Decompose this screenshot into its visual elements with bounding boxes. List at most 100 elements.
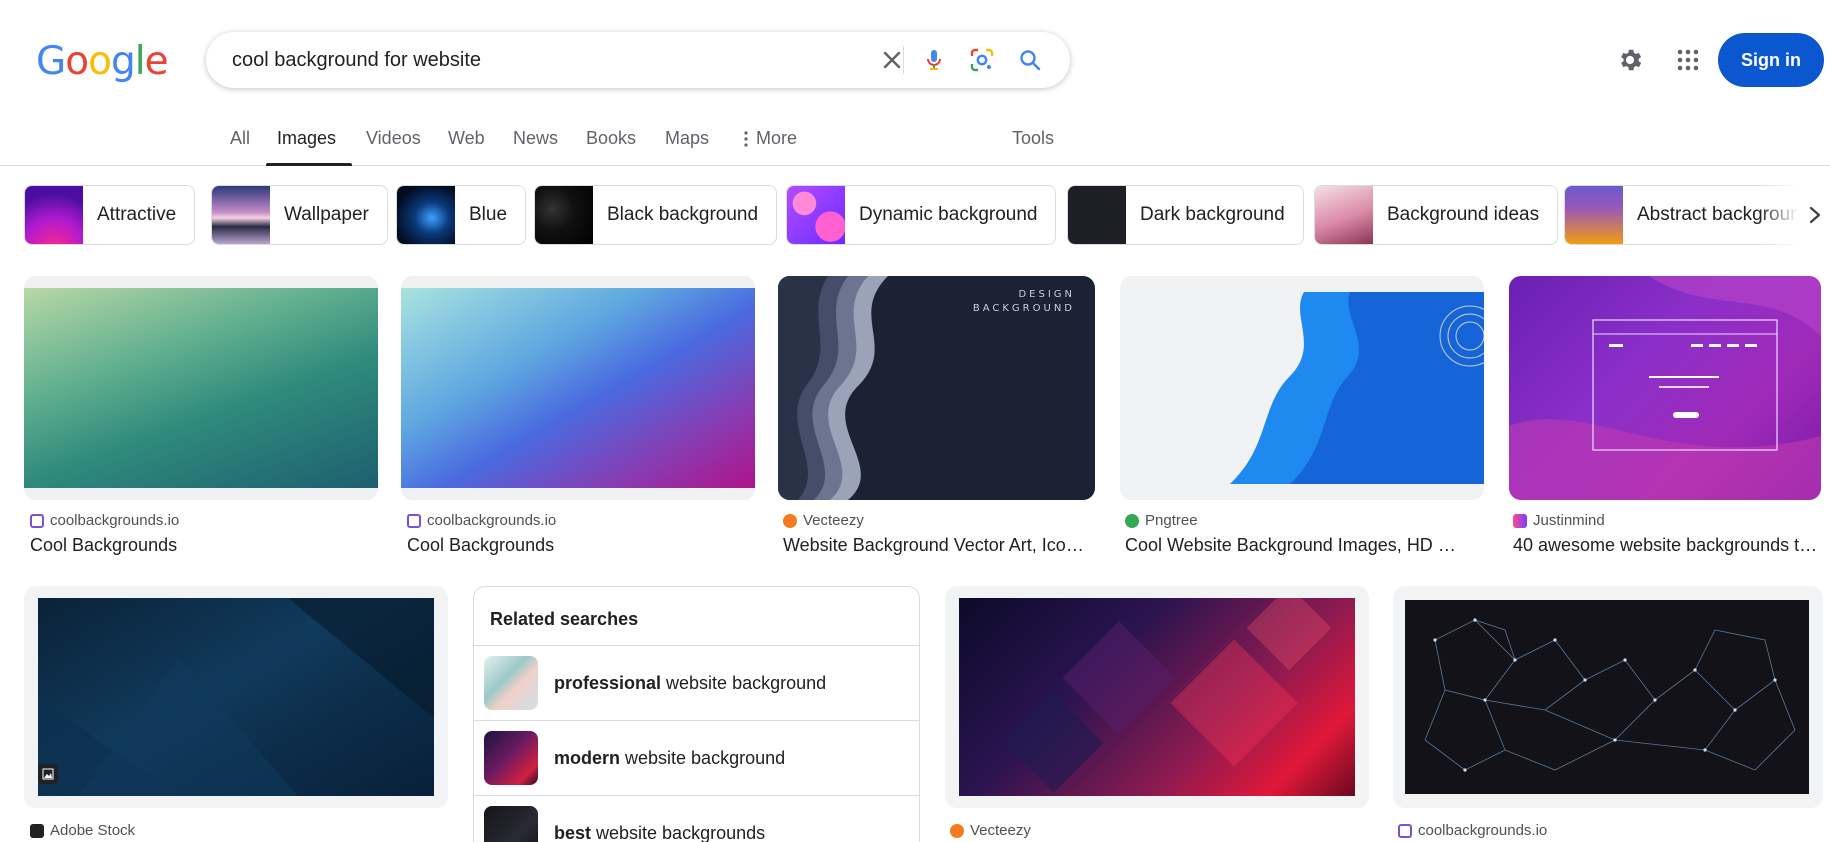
logo-letter: o <box>88 39 112 84</box>
result-source[interactable]: coolbackgrounds.io <box>1398 822 1547 839</box>
chip-thumbnail <box>1315 186 1373 244</box>
related-thumbnail <box>484 731 538 785</box>
google-logo[interactable]: Google <box>36 39 169 84</box>
chip-thumbnail <box>397 186 455 244</box>
result-image[interactable] <box>1120 276 1484 500</box>
logo-letter: l <box>134 39 146 84</box>
apps-grid-icon[interactable] <box>1672 44 1704 76</box>
logo-letter: G <box>36 39 66 84</box>
related-bold: modern <box>554 747 621 768</box>
favicon-icon <box>1513 513 1527 528</box>
search-tabs: All Images Videos Web News Books Maps Mo… <box>0 120 1830 166</box>
chip-label: Blue <box>469 204 508 225</box>
chip-thumbnail <box>212 186 270 244</box>
tab-web[interactable]: Web <box>448 128 485 149</box>
result-title[interactable]: Cool Website Background Images, HD Pictu… <box>1125 535 1465 556</box>
more-vert-icon <box>744 130 748 147</box>
related-thumbnail <box>484 806 538 842</box>
search-divider <box>903 46 904 74</box>
chip-label: Dark background <box>1140 204 1285 225</box>
chip-dynamic-background[interactable]: Dynamic background <box>786 185 1057 245</box>
tab-all[interactable]: All <box>230 128 250 149</box>
search-box[interactable]: cool background for website <box>206 32 1070 88</box>
chip-thumbnail <box>535 186 593 244</box>
result-source[interactable]: coolbackgrounds.io <box>407 512 556 529</box>
image-badge-icon <box>38 764 58 784</box>
related-label: best website backgrounds <box>554 823 765 842</box>
chip-label: Background ideas <box>1387 204 1540 225</box>
result-title[interactable]: 40 awesome website backgrounds to use <box>1513 535 1818 556</box>
tab-maps[interactable]: Maps <box>665 128 709 149</box>
sign-in-button[interactable]: Sign in <box>1718 33 1824 87</box>
chip-thumbnail <box>25 186 83 244</box>
favicon-icon <box>1125 513 1139 528</box>
network-artwork <box>1424 618 1796 772</box>
chip-thumbnail <box>1565 186 1623 244</box>
logo-letter: e <box>144 39 169 84</box>
result-image[interactable] <box>24 276 378 500</box>
favicon-icon <box>30 823 44 838</box>
result-source[interactable]: Pngtree <box>1125 512 1198 529</box>
result-source[interactable]: Adobe Stock <box>30 822 135 839</box>
active-tab-indicator <box>266 163 352 166</box>
tab-more-label: More <box>756 128 798 148</box>
related-search-item[interactable]: professional website background <box>474 645 919 720</box>
clear-icon[interactable] <box>874 42 910 78</box>
diamond-artwork <box>1004 598 1332 793</box>
related-search-item[interactable]: best website backgrounds <box>474 795 919 842</box>
tab-images[interactable]: Images <box>277 128 336 149</box>
lens-camera-icon[interactable] <box>964 42 1000 78</box>
result-source[interactable]: Vecteezy <box>783 512 864 529</box>
favicon-icon <box>30 513 44 528</box>
tab-books[interactable]: Books <box>586 128 636 149</box>
search-icon[interactable] <box>1012 42 1048 78</box>
result-source[interactable]: coolbackgrounds.io <box>30 512 179 529</box>
favicon-icon <box>407 513 421 528</box>
chip-attractive[interactable]: Attractive <box>24 185 196 245</box>
related-rest: website background <box>661 672 827 693</box>
microphone-icon[interactable] <box>916 42 952 78</box>
related-searches-panel: Related searches professional website ba… <box>473 586 920 842</box>
chip-blue[interactable]: Blue <box>396 185 527 245</box>
blue-wave-artwork <box>1230 292 1484 484</box>
tab-news[interactable]: News <box>513 128 558 149</box>
related-search-item[interactable]: modern website background <box>474 720 919 795</box>
result-image[interactable] <box>401 276 755 500</box>
favicon-icon <box>950 823 964 838</box>
chip-label: Wallpaper <box>284 204 369 225</box>
source-name: Adobe Stock <box>50 822 136 839</box>
source-name: coolbackgrounds.io <box>427 512 557 529</box>
result-image[interactable] <box>24 586 448 808</box>
chevron-right-icon <box>1809 206 1821 224</box>
chip-dark-background[interactable]: Dark background <box>1067 185 1304 245</box>
chip-thumbnail <box>1068 186 1126 244</box>
geometric-artwork <box>38 598 434 796</box>
chip-black-background[interactable]: Black background <box>534 185 778 245</box>
chips-scroll-right-button[interactable] <box>1760 185 1830 245</box>
result-image[interactable] <box>1393 586 1823 808</box>
related-rest: website background <box>620 747 786 768</box>
related-thumbnail <box>484 656 538 710</box>
result-image[interactable] <box>1509 276 1821 500</box>
result-image[interactable] <box>945 586 1369 808</box>
chip-wallpaper[interactable]: Wallpaper <box>211 185 388 245</box>
search-input[interactable]: cool background for website <box>232 49 481 72</box>
chip-background-ideas[interactable]: Background ideas <box>1314 185 1559 245</box>
favicon-icon <box>1398 823 1412 838</box>
result-image[interactable]: DESIGN BACKGROUND <box>778 276 1095 500</box>
source-name: coolbackgrounds.io <box>50 512 180 529</box>
tab-more[interactable]: More <box>744 128 797 149</box>
result-title[interactable]: Cool Backgrounds <box>30 535 370 556</box>
result-source[interactable]: Justinmind <box>1513 512 1605 529</box>
chip-label: Dynamic background <box>859 204 1038 225</box>
result-title[interactable]: Cool Backgrounds <box>407 535 747 556</box>
related-label: professional website background <box>554 673 826 694</box>
logo-letter: g <box>110 39 136 84</box>
result-title[interactable]: Website Background Vector Art, Icons, an… <box>783 535 1093 556</box>
tab-videos[interactable]: Videos <box>366 128 421 149</box>
related-bold: professional <box>554 672 662 693</box>
related-label: modern website background <box>554 748 785 769</box>
tools-button[interactable]: Tools <box>1012 128 1054 149</box>
result-source[interactable]: Vecteezy <box>950 822 1031 839</box>
settings-gear-icon[interactable] <box>1614 44 1646 76</box>
